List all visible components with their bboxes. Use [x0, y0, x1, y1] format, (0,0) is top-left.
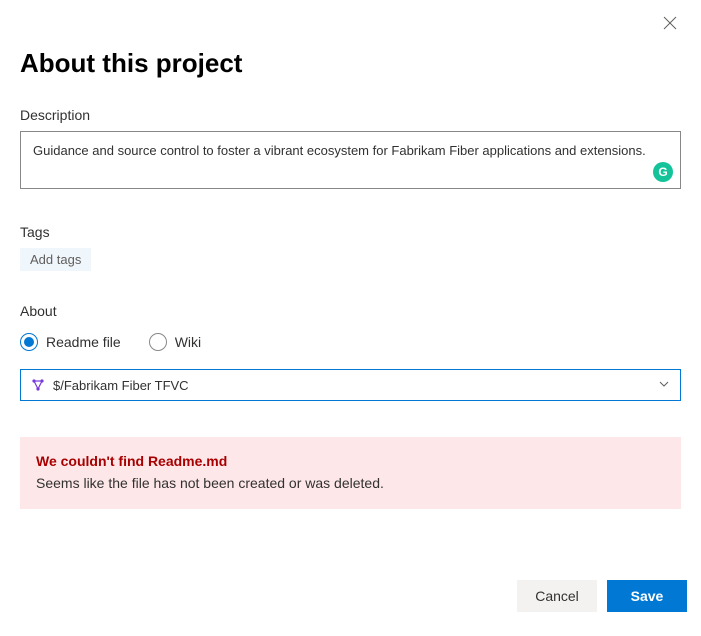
close-icon	[663, 16, 677, 30]
description-label: Description	[20, 107, 681, 123]
radio-selected-icon	[20, 333, 38, 351]
save-button[interactable]: Save	[607, 580, 687, 612]
repo-dropdown[interactable]: $/Fabrikam Fiber TFVC	[20, 369, 681, 401]
radio-unselected-icon	[149, 333, 167, 351]
error-banner: We couldn't find Readme.md Seems like th…	[20, 437, 681, 509]
about-label: About	[20, 303, 681, 319]
cancel-button[interactable]: Cancel	[517, 580, 597, 612]
close-button[interactable]	[661, 14, 679, 32]
error-title: We couldn't find Readme.md	[36, 453, 665, 469]
repo-dropdown-value: $/Fabrikam Fiber TFVC	[53, 378, 189, 393]
error-body: Seems like the file has not been created…	[36, 475, 665, 491]
grammarly-icon[interactable]: G	[653, 162, 673, 182]
tfvc-repo-icon	[31, 378, 45, 392]
chevron-down-icon	[658, 377, 670, 393]
radio-readme-label: Readme file	[46, 334, 121, 350]
dialog-title: About this project	[20, 48, 681, 79]
radio-wiki[interactable]: Wiki	[149, 333, 201, 351]
add-tags-button[interactable]: Add tags	[20, 248, 91, 271]
radio-readme-file[interactable]: Readme file	[20, 333, 121, 351]
tags-label: Tags	[20, 224, 681, 240]
description-input[interactable]	[20, 131, 681, 189]
radio-wiki-label: Wiki	[175, 334, 201, 350]
